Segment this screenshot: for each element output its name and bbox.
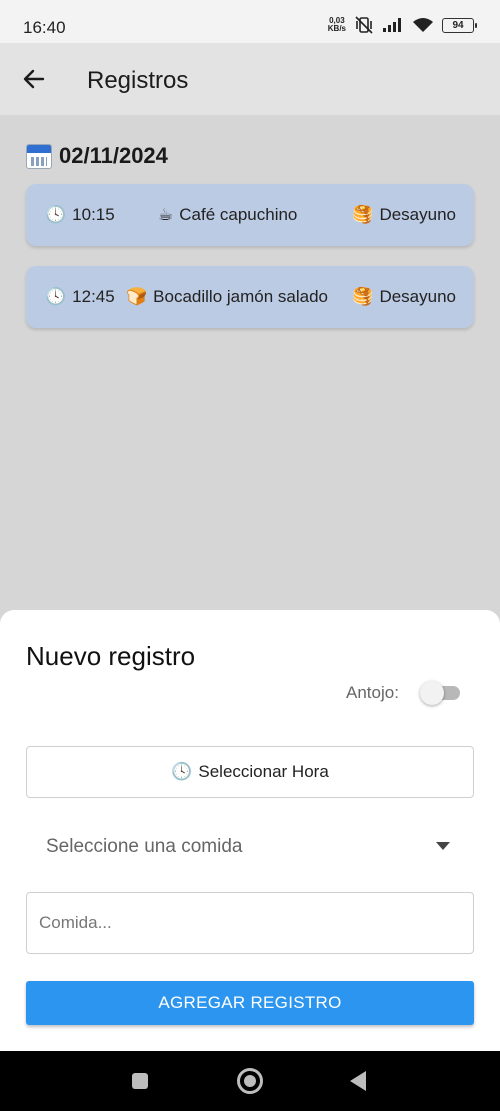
record-meal-value: Desayuno — [379, 205, 456, 224]
status-icons: 0,03 KB/s 94 — [328, 16, 477, 34]
record-card[interactable]: 🕓 10:15 ☕ Café capuchino 🥞 Desayuno — [26, 184, 474, 246]
coffee-icon: ☕ — [158, 205, 174, 225]
record-time: 🕓 10:15 — [45, 205, 115, 225]
wifi-icon — [413, 18, 433, 32]
toggle-thumb — [420, 681, 444, 705]
status-time: 16:40 — [23, 18, 66, 37]
record-food-value: Café capuchino — [179, 205, 298, 224]
clock-icon: 🕓 — [45, 205, 67, 225]
record-card[interactable]: 🕓 12:45 🍞 Bocadillo jamón salado 🥞 Desay… — [26, 266, 474, 328]
network-speed: 0,03 KB/s — [328, 17, 346, 33]
app-bar: Registros — [0, 43, 500, 115]
status-bar: 16:40 0,03 KB/s 94 — [0, 0, 500, 43]
select-time-label: Seleccionar Hora — [198, 762, 329, 781]
date-text: 02/11/2024 — [59, 143, 168, 168]
add-record-button[interactable]: AGREGAR REGISTRO — [26, 981, 474, 1025]
record-food-value: Bocadillo jamón salado — [153, 287, 329, 306]
meal-select[interactable]: Seleccione una comida — [26, 820, 474, 872]
vibrate-off-icon — [355, 16, 373, 34]
record-meal: 🥞 Desayuno — [352, 205, 456, 225]
records-list: 02/11/2024 🕓 10:15 ☕ Café capuchino 🥞 De… — [0, 115, 500, 610]
system-nav-bar — [0, 1051, 500, 1111]
page-title: Registros — [87, 67, 189, 94]
record-meal-value: Desayuno — [379, 287, 456, 306]
record-time-value: 12:45 — [72, 287, 115, 306]
clock-icon: 🕓 — [171, 762, 193, 782]
back-button[interactable] — [14, 59, 54, 99]
pancakes-icon: 🥞 — [352, 205, 374, 225]
date-header: 02/11/2024 — [26, 143, 168, 169]
record-time: 🕓 12:45 — [45, 287, 115, 307]
bread-icon: 🍞 — [126, 287, 148, 307]
back-triangle-icon[interactable] — [350, 1071, 366, 1091]
recents-icon[interactable] — [132, 1073, 148, 1089]
caret-down-icon — [436, 842, 450, 850]
record-food: ☕ Café capuchino — [158, 205, 297, 225]
arrow-left-icon — [23, 69, 45, 89]
signal-icon — [383, 18, 401, 32]
meal-select-placeholder: Seleccione una comida — [46, 836, 243, 857]
calendar-icon — [26, 143, 52, 169]
new-record-sheet: Nuevo registro Antojo: 🕓 Seleccionar Hor… — [0, 610, 500, 1051]
clock-icon: 🕓 — [45, 287, 67, 307]
record-meal: 🥞 Desayuno — [352, 287, 456, 307]
network-speed-unit: KB/s — [327, 24, 346, 33]
food-input[interactable] — [26, 892, 474, 954]
home-icon[interactable] — [237, 1068, 263, 1094]
pancakes-icon: 🥞 — [352, 287, 374, 307]
craving-toggle[interactable] — [420, 681, 462, 705]
record-time-value: 10:15 — [72, 205, 115, 224]
sheet-title: Nuevo registro — [26, 641, 196, 671]
craving-label: Antojo: — [346, 683, 399, 702]
select-time-button[interactable]: 🕓 Seleccionar Hora — [26, 746, 474, 798]
battery-icon: 94 — [442, 17, 477, 33]
record-food: 🍞 Bocadillo jamón salado — [126, 287, 328, 307]
